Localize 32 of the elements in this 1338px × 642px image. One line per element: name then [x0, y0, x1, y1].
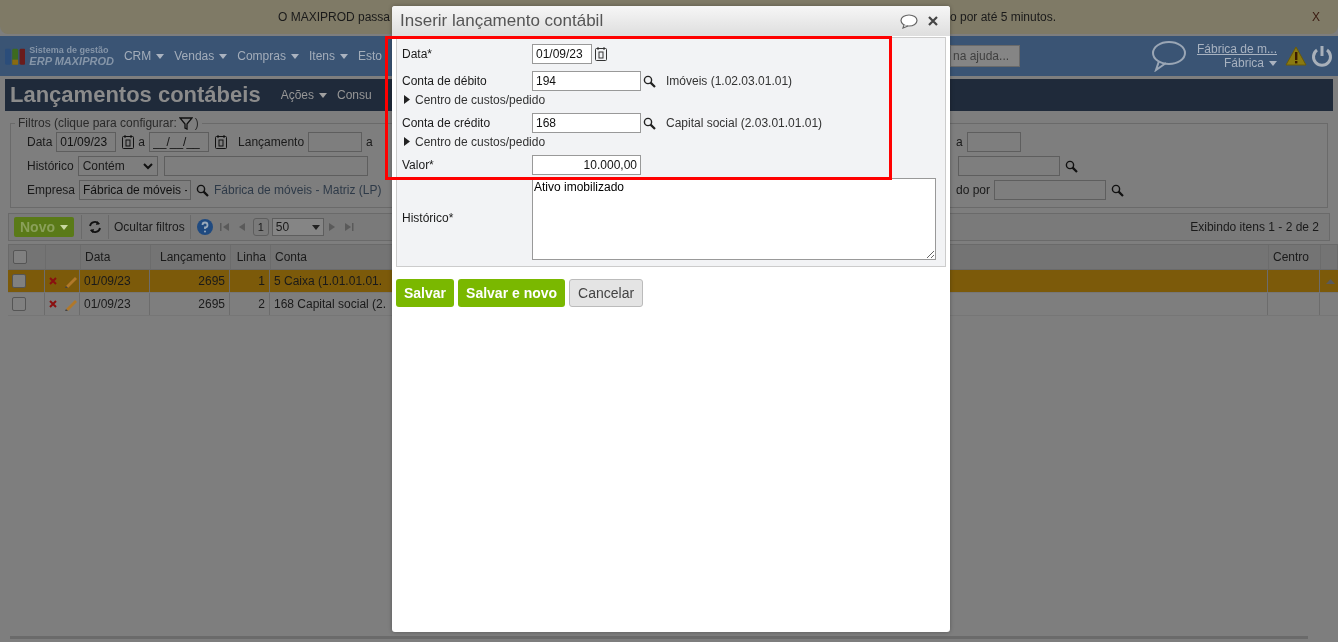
- brand-name: ERP MAXIPROD: [29, 55, 114, 67]
- table-cell: 168 Capital social (2.: [274, 297, 387, 311]
- field-label: a: [138, 135, 146, 149]
- table-cell: 2695: [198, 297, 225, 311]
- field-label: Valor*: [402, 158, 435, 172]
- field-label: a: [366, 135, 373, 149]
- table-cell: 2695: [198, 274, 225, 288]
- banner-message: O MAXIPROD passa: [277, 10, 390, 24]
- banner-message: o por até 5 minutos.: [950, 10, 1057, 24]
- field-label: Histórico*: [402, 210, 455, 225]
- table-cell: 01/09/23: [84, 274, 131, 288]
- field-label: Conta de débito: [402, 74, 488, 88]
- account-description: Capital social (2.03.01.01.01): [666, 116, 823, 130]
- pagination-summary: Exibindo itens 1 - 2 de 2: [1190, 220, 1319, 234]
- table-cell: 2: [258, 297, 265, 311]
- field-label: Lançamento: [238, 135, 305, 149]
- dialog-title: Inserir lançamento contábil: [400, 11, 604, 31]
- field-label: a: [956, 135, 963, 149]
- page-title: Lançamentos contábeis: [10, 82, 261, 108]
- field-label: Data: [27, 135, 53, 149]
- account-description: Imóveis (1.02.03.01.01): [666, 74, 793, 88]
- table-cell: 01/09/23: [84, 297, 131, 311]
- field-label: Data*: [402, 47, 434, 61]
- field-label: do por: [956, 183, 991, 197]
- field-label: Conta de crédito: [402, 116, 492, 130]
- filter-legend: ): [194, 116, 199, 130]
- field-label: Empresa: [27, 183, 76, 197]
- company-description: Fábrica de móveis - Matriz (LP): [214, 183, 382, 197]
- field-label: Histórico: [27, 159, 74, 173]
- brand-subtitle: Sistema de gestão: [29, 45, 110, 55]
- table-cell: 1: [258, 274, 265, 288]
- table-cell: 5 Caixa (1.01.01.01.: [274, 274, 383, 288]
